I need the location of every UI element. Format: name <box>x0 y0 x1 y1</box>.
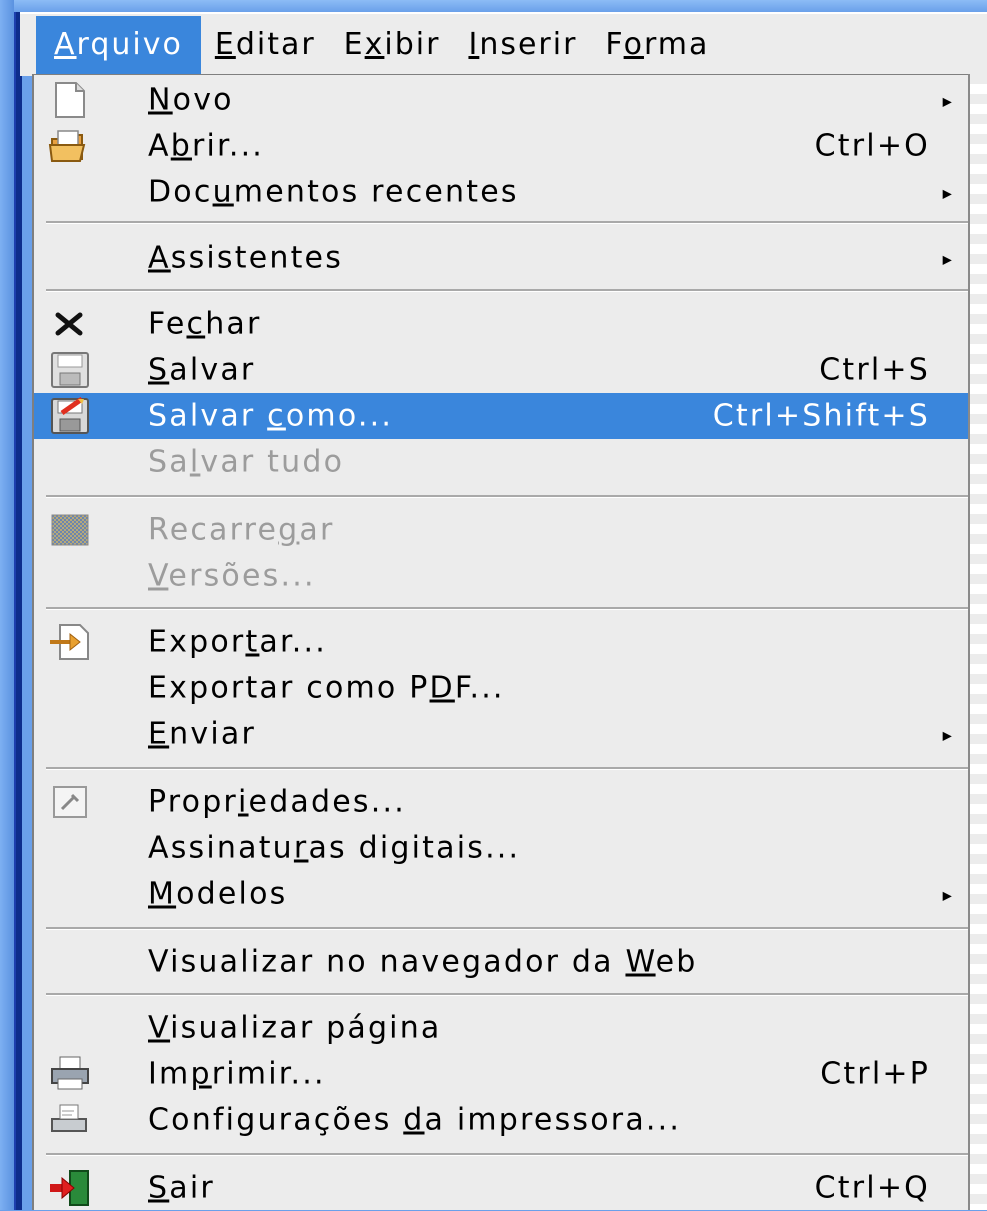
menu-item-sair[interactable]: Sair Ctrl+Q <box>34 1165 968 1211</box>
shortcut-salvar: Ctrl+S <box>819 352 930 388</box>
menu-item-propriedades[interactable]: Propriedades... <box>34 779 968 825</box>
shortcut-abrir: Ctrl+O <box>814 128 930 164</box>
open-folder-icon <box>48 130 86 162</box>
save-disk-icon <box>51 352 89 388</box>
menu-editar[interactable]: Editar <box>201 16 330 74</box>
menu-item-salvar-tudo[interactable]: Salvar tudo <box>34 439 968 485</box>
submenu-arrow-icon: ▶ <box>942 94 954 109</box>
menu-item-visualizar-pagina[interactable]: Visualizar página <box>34 1005 968 1051</box>
menu-item-documentos-recentes[interactable]: Documentos recentes ▶ <box>34 169 968 215</box>
properties-icon <box>53 786 87 818</box>
menu-separator <box>46 495 970 498</box>
menu-item-exportar-pdf[interactable]: Exportar como PDF... <box>34 665 968 711</box>
reload-icon <box>51 514 89 546</box>
menu-item-configuracoes-impressora[interactable]: Configurações da impressora... <box>34 1097 968 1143</box>
menu-item-visualizar-web[interactable]: Visualizar no navegador da Web <box>34 939 968 985</box>
background-document-edge <box>968 74 987 1210</box>
file-menu-dropdown: Novo ▶ Abrir... Ctrl+O Documentos recent… <box>32 74 987 1210</box>
menu-bar: Arquivo Editar Exibir Inserir Forma <box>20 12 987 76</box>
menu-item-modelos[interactable]: Modelos ▶ <box>34 871 968 917</box>
menu-item-enviar[interactable]: Enviar ▶ <box>34 711 968 757</box>
menu-item-abrir[interactable]: Abrir... Ctrl+O <box>34 123 968 169</box>
menu-item-salvar[interactable]: Salvar Ctrl+S <box>34 347 968 393</box>
shortcut-sair: Ctrl+Q <box>814 1170 930 1206</box>
save-as-icon <box>51 397 89 434</box>
printer-settings-icon <box>51 1104 87 1132</box>
submenu-arrow-icon: ▶ <box>942 186 954 201</box>
window-border <box>14 12 22 1210</box>
menu-inserir[interactable]: Inserir <box>454 16 591 74</box>
export-icon <box>50 624 89 660</box>
menu-separator <box>46 767 970 770</box>
menu-arquivo[interactable]: Arquivo <box>36 16 201 74</box>
menu-formatar[interactable]: Forma <box>591 16 723 74</box>
submenu-arrow-icon: ▶ <box>942 252 954 267</box>
menu-item-salvar-como[interactable]: Salvar como... Ctrl+Shift+S <box>34 393 968 439</box>
menu-item-exportar[interactable]: Exportar... <box>34 619 968 665</box>
menu-separator <box>46 1153 970 1156</box>
shortcut-salvar-como: Ctrl+Shift+S <box>712 398 930 434</box>
menu-separator <box>46 927 970 930</box>
menu-item-versoes[interactable]: Versões... <box>34 553 968 599</box>
shortcut-imprimir: Ctrl+P <box>820 1056 930 1092</box>
exit-icon <box>50 1170 89 1206</box>
new-document-icon <box>55 82 85 118</box>
menu-item-imprimir[interactable]: Imprimir... Ctrl+P <box>34 1051 968 1097</box>
desktop-background-left <box>0 0 14 1210</box>
submenu-arrow-icon: ▶ <box>942 728 954 743</box>
menu-separator <box>46 607 970 610</box>
printer-icon <box>51 1056 89 1090</box>
menu-item-novo[interactable]: Novo ▶ <box>34 77 968 123</box>
menu-item-fechar[interactable]: Fechar <box>34 301 968 347</box>
menu-separator <box>46 289 970 292</box>
menu-item-recarregar[interactable]: Recarregar <box>34 507 968 553</box>
menu-item-assistentes[interactable]: Assistentes ▶ <box>34 235 968 281</box>
desktop-background-top <box>0 0 987 12</box>
menu-separator <box>46 221 970 224</box>
close-icon <box>55 312 83 336</box>
menu-exibir[interactable]: Exibir <box>330 16 455 74</box>
menu-separator <box>46 993 970 996</box>
submenu-arrow-icon: ▶ <box>942 888 954 903</box>
menu-item-assinaturas-digitais[interactable]: Assinaturas digitais... <box>34 825 968 871</box>
